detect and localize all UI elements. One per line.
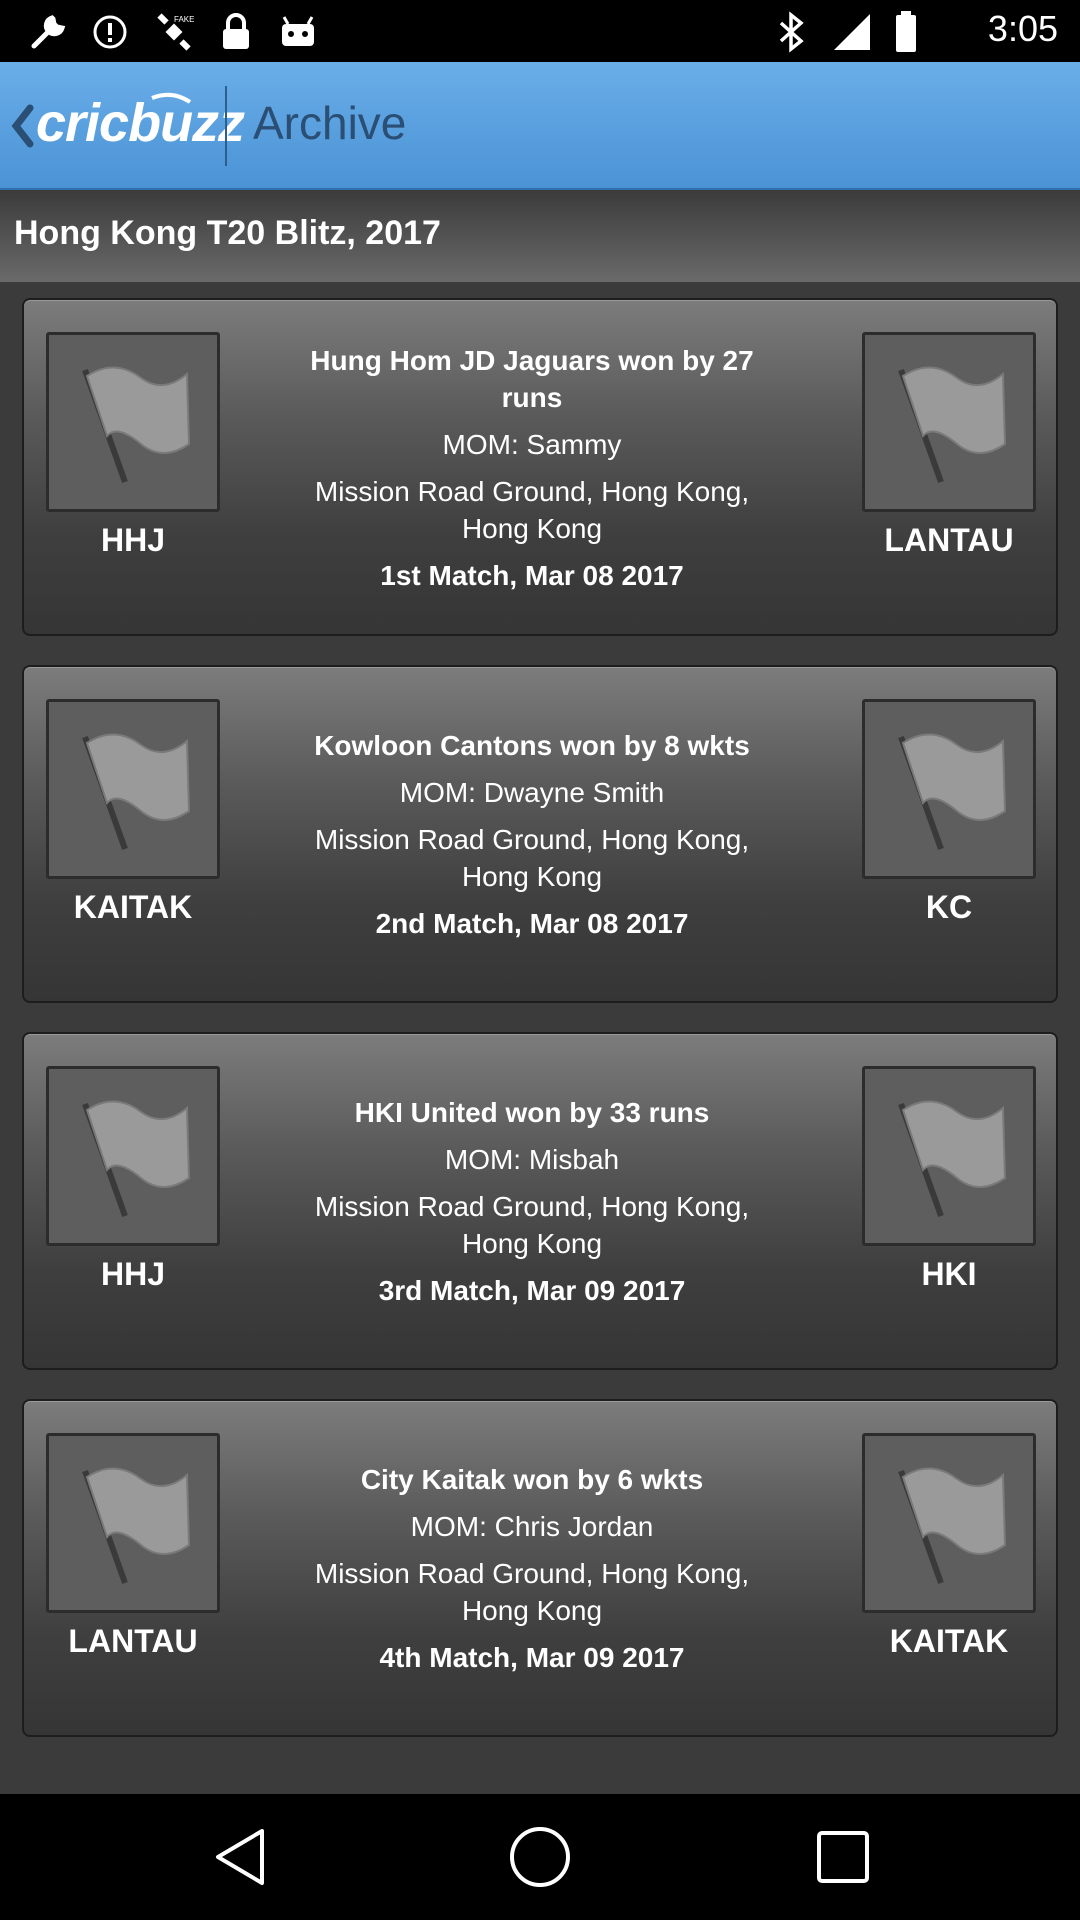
flag-icon [862,1433,1036,1613]
match-result: Kowloon Cantons won by 8 wkts [314,730,750,761]
navigation-bar [0,1794,1080,1920]
chevron-left-icon[interactable] [10,104,34,148]
venue: Mission Road Ground, Hong Kong, Hong Kon… [314,476,750,544]
team-right: LANTAU [884,522,1014,558]
wrench-icon [26,10,70,54]
lock-icon [214,10,258,54]
match-details: HKI United won by 33 runs MOM: Misbah Mi… [282,1094,782,1309]
home-icon[interactable] [505,1822,575,1892]
match-details: Hung Hom JD Jaguars won by 27 runs MOM: … [282,342,782,594]
team-left: KAITAK [73,889,193,925]
fake-gps-icon: FAKE [152,10,196,54]
match-date: 1st Match, Mar 08 2017 [380,560,684,591]
match-details: City Kaitak won by 6 wkts MOM: Chris Jor… [282,1461,782,1676]
match-card[interactable]: HHJ LANTAU Hung Hom JD Jaguars won by 27… [22,298,1058,636]
status-bar: FAKE 3:05 [0,0,1080,62]
flag-icon [46,332,220,512]
series-header: Hong Kong T20 Blitz, 2017 [0,190,1080,282]
page-title: Archive [253,97,407,149]
flag-icon [46,699,220,879]
team-right: KC [925,889,973,925]
status-time: 3:05 [987,8,1058,49]
flag-icon [46,1066,220,1246]
match-result: Hung Hom JD Jaguars won by 27 runs [310,345,754,413]
venue: Mission Road Ground, Hong Kong, Hong Kon… [314,1191,750,1259]
battery-icon [884,10,928,54]
match-result: City Kaitak won by 6 wkts [360,1464,704,1495]
match-details: Kowloon Cantons won by 8 wkts MOM: Dwayn… [282,727,782,942]
team-left: HHJ [100,1256,165,1292]
flag-icon [862,332,1036,512]
flag-icon [862,1066,1036,1246]
bluetooth-icon [770,10,814,54]
match-date: 3rd Match, Mar 09 2017 [378,1275,686,1306]
match-card[interactable]: HHJ HKI HKI United won by 33 runs MOM: M… [22,1032,1058,1370]
series-title: Hong Kong T20 Blitz, 2017 [14,214,441,252]
team-left: HHJ [100,522,165,558]
team-right: HKI [921,1256,977,1292]
match-date: 4th Match, Mar 09 2017 [379,1642,685,1673]
man-of-match: MOM: Chris Jordan [410,1511,654,1542]
alert-icon [88,10,132,54]
match-list: HHJ LANTAU Hung Hom JD Jaguars won by 27… [0,282,1080,1794]
svg-text:FAKE: FAKE [174,15,194,24]
match-card[interactable]: LANTAU KAITAK City Kaitak won by 6 wkts … [22,1399,1058,1737]
signal-icon [830,10,874,54]
man-of-match: MOM: Misbah [444,1144,620,1175]
back-icon[interactable] [205,1822,275,1892]
venue: Mission Road Ground, Hong Kong, Hong Kon… [314,1558,750,1626]
match-card[interactable]: KAITAK KC Kowloon Cantons won by 8 wkts … [22,665,1058,1003]
team-left: LANTAU [68,1623,198,1659]
app-bar: cricbuzz Archive [0,62,1080,190]
flag-icon [46,1433,220,1613]
venue: Mission Road Ground, Hong Kong, Hong Kon… [314,824,750,892]
flag-icon [862,699,1036,879]
logo-text: cricbuzz [36,93,245,153]
team-right: KAITAK [889,1623,1009,1659]
match-date: 2nd Match, Mar 08 2017 [375,908,689,939]
match-result: HKI United won by 33 runs [354,1097,710,1128]
man-of-match: MOM: Dwayne Smith [399,777,665,808]
header-divider [225,86,227,166]
android-icon [276,10,320,54]
recents-icon[interactable] [808,1822,878,1892]
man-of-match: MOM: Sammy [442,429,622,460]
